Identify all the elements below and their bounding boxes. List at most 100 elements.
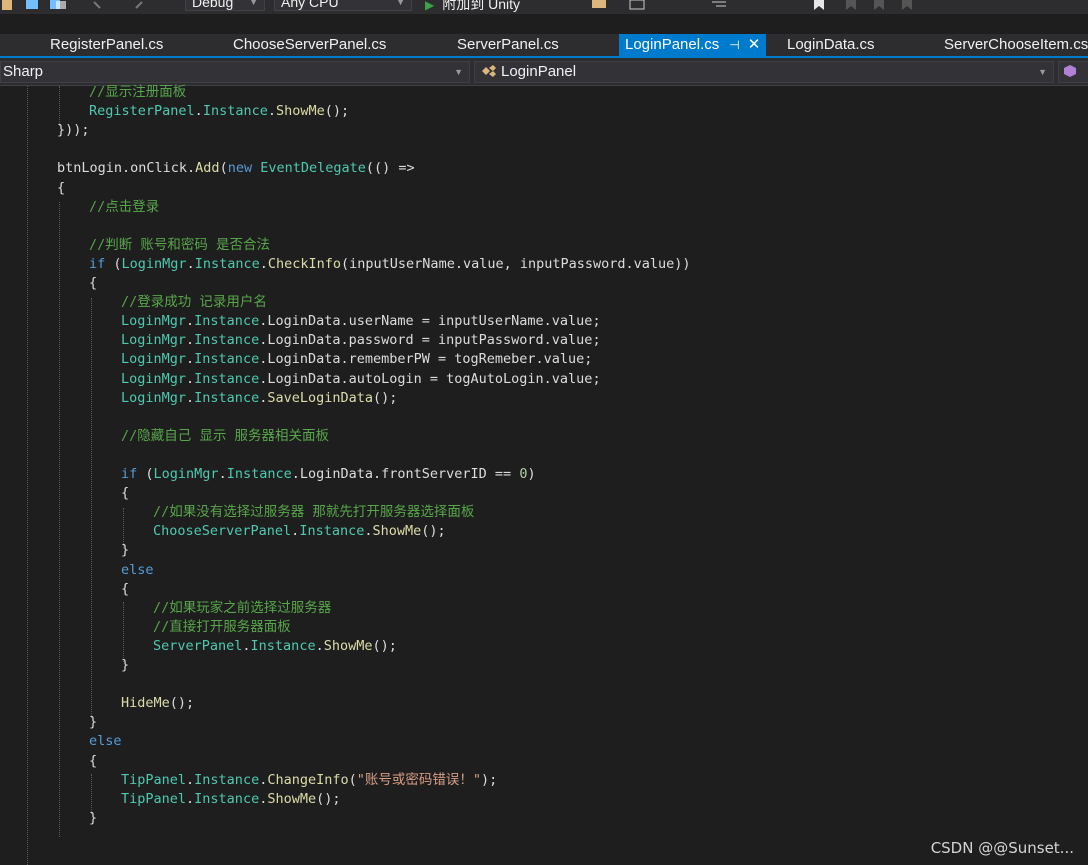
code-line: //如果没有选择过服务器 那就先打开服务器选择面板 — [153, 503, 474, 522]
code-token: (); — [316, 790, 341, 807]
watermark: CSDN @@Sunset... — [930, 839, 1074, 857]
tab-label: ServerChooseItem.cs — [944, 36, 1088, 53]
code-token: ChooseServerPanel — [153, 523, 292, 540]
new-file-icon[interactable] — [0, 0, 16, 10]
code-line: LoginMgr.Instance.LoginData.userName = i… — [121, 312, 601, 331]
code-token: Instance — [194, 370, 260, 387]
code-token: . — [186, 313, 195, 330]
pin-icon[interactable]: ⊣ — [729, 38, 739, 52]
indent-guide — [91, 298, 92, 718]
code-token: ( — [137, 466, 154, 482]
tab-serverchooseitem[interactable]: ServerChooseItem.cs — [944, 34, 1088, 56]
code-line: } — [89, 713, 97, 732]
tab-logindata[interactable]: LoginData.cs — [787, 34, 875, 56]
code-line: //显示注册面板 — [89, 83, 186, 102]
undo-icon[interactable] — [92, 0, 108, 10]
code-token: (); — [421, 523, 446, 540]
code-line: { — [89, 752, 97, 771]
code-token: Instance — [194, 771, 260, 788]
code-token: .LoginData.autoLogin = togAutoLogin.valu… — [259, 370, 601, 387]
code-token: (inputUserName.value, inputPassword.valu… — [341, 255, 691, 272]
code-token: . — [218, 466, 227, 482]
code-token: (); — [372, 637, 397, 654]
code-line: TipPanel.Instance.ChangeInfo("账号或密码错误！")… — [121, 771, 497, 790]
code-token: //如果玩家之前选择过服务器 — [153, 599, 332, 616]
code-line: HideMe(); — [121, 694, 194, 713]
project-value: Sharp — [3, 63, 44, 80]
indent-guide — [27, 86, 28, 865]
tab-serverpanel[interactable]: ServerPanel.cs — [457, 34, 559, 56]
code-line: ChooseServerPanel.Instance.ShowMe(); — [153, 522, 446, 541]
tab-registerpanel[interactable]: RegisterPanel.cs — [50, 34, 163, 56]
tab-label: LoginPanel.cs — [625, 36, 720, 53]
type-value: LoginPanel — [501, 63, 577, 80]
code-line: //如果玩家之前选择过服务器 — [153, 599, 331, 618]
code-token: . — [194, 103, 203, 120]
code-token: ShowMe — [275, 103, 325, 120]
code-token: Instance — [299, 523, 365, 540]
code-token: RegisterPanel — [89, 103, 195, 120]
tab-chooseserverpanel[interactable]: ChooseServerPanel.cs — [233, 34, 386, 56]
configuration-combo[interactable]: Debug ▼ — [185, 0, 265, 11]
play-icon: ▶ — [425, 0, 435, 12]
bookmark-prev-icon[interactable] — [844, 0, 858, 10]
platform-combo[interactable]: Any CPU ▼ — [274, 0, 412, 11]
attach-unity-label: 附加到 Unity — [442, 0, 521, 12]
member-combo[interactable] — [1058, 61, 1088, 83]
code-token: . — [186, 370, 195, 387]
bookmark-next-icon[interactable] — [872, 0, 886, 10]
code-line: })); — [57, 121, 90, 140]
code-token: Instance — [194, 351, 260, 368]
document-tabs: RegisterPanel.cs ChooseServerPanel.cs Se… — [0, 34, 1088, 56]
code-token: TipPanel — [121, 771, 187, 788]
code-token: { — [57, 179, 66, 196]
bookmark-icon[interactable] — [812, 0, 826, 10]
code-token: . — [242, 637, 251, 654]
close-icon[interactable]: ✕ — [748, 36, 761, 53]
code-token: } — [89, 809, 98, 826]
code-editor[interactable]: //显示注册面板 RegisterPanel.Instance.ShowMe();… — [0, 83, 1088, 865]
code-token: . — [259, 255, 268, 272]
code-token: .LoginData.frontServerID == — [291, 466, 520, 482]
chevron-down-icon: ▼ — [249, 0, 258, 7]
code-token: EventDelegate — [260, 160, 366, 177]
redo-icon[interactable] — [128, 0, 144, 10]
save-all-icon[interactable] — [48, 0, 68, 10]
code-token: .LoginData.password = inputPassword.valu… — [259, 332, 601, 349]
code-token: LoginMgr — [121, 389, 187, 406]
code-token: ChangeInfo — [267, 771, 349, 788]
code-token: LoginMgr — [121, 351, 187, 368]
window-icon[interactable] — [628, 0, 646, 10]
code-token: })); — [57, 122, 90, 139]
code-token: . — [186, 332, 195, 349]
code-line: LoginMgr.Instance.LoginData.rememberPW =… — [121, 350, 592, 369]
attach-unity-button[interactable]: ▶ 附加到 Unity — [425, 0, 520, 14]
toolbar: Debug ▼ Any CPU ▼ ▶ 附加到 Unity — [0, 0, 1088, 14]
code-line: ServerPanel.Instance.ShowMe(); — [153, 637, 397, 656]
code-token: (); — [373, 389, 398, 406]
code-token: //显示注册面板 — [89, 84, 187, 100]
configuration-value: Debug — [192, 0, 234, 10]
code-token: Instance — [226, 466, 292, 482]
code-token: ShowMe — [372, 523, 422, 540]
find-icon[interactable] — [590, 0, 612, 10]
code-token: Instance — [202, 103, 268, 120]
code-token: if — [121, 466, 138, 482]
indent-icon[interactable] — [710, 0, 728, 10]
code-token: { — [121, 485, 130, 502]
type-combo[interactable]: LoginPanel ▼ — [474, 61, 1054, 83]
code-token: Instance — [194, 332, 260, 349]
code-line: //点击登录 — [89, 198, 159, 217]
project-combo[interactable]: Sharp ▼ — [0, 61, 470, 83]
save-icon[interactable] — [24, 0, 40, 10]
code-token: ) — [527, 466, 536, 482]
code-token: LoginMgr — [121, 313, 187, 330]
indent-guide — [59, 86, 60, 126]
code-token: Instance — [194, 389, 260, 406]
code-token: Add — [195, 160, 220, 177]
code-token: } — [121, 542, 130, 559]
code-line: } — [121, 656, 129, 675]
tab-loginpanel[interactable]: LoginPanel.cs ⊣ ✕ — [619, 34, 767, 56]
bookmark-clear-icon[interactable] — [900, 0, 914, 10]
code-token: else — [121, 561, 154, 578]
